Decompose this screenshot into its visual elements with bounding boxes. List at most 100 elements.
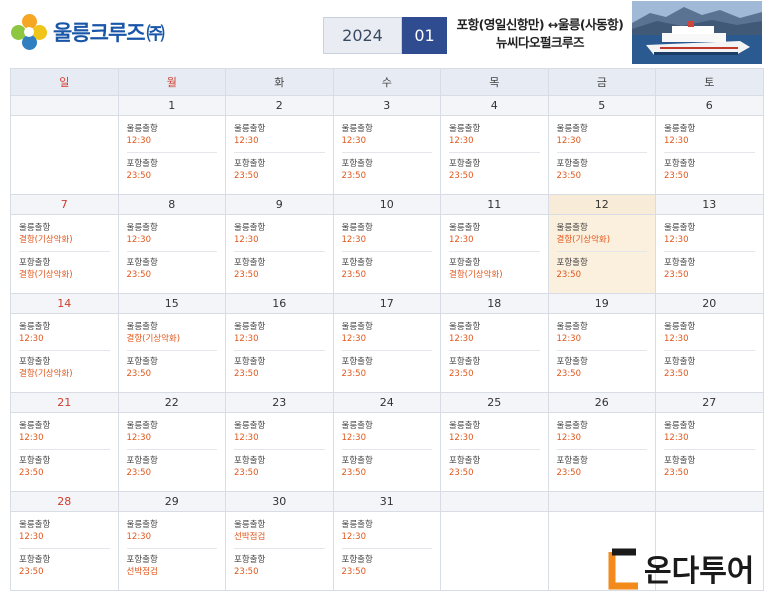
pohang-departure: 포항출항 23:50 bbox=[234, 350, 325, 383]
departure-label: 포항출항 bbox=[341, 456, 373, 466]
departure-time: 12:30 bbox=[341, 136, 367, 146]
ship-name: 뉴씨다오펄크루즈 bbox=[495, 35, 585, 50]
ulleung-departure: 울릉출항 12:30 bbox=[449, 321, 540, 348]
departure-time: 12:30 bbox=[664, 334, 689, 344]
departure-label: 포항출항 bbox=[449, 258, 481, 268]
departure-time: 23:50 bbox=[556, 468, 582, 478]
pohang-departure: 포항출항 23:50 bbox=[449, 449, 540, 482]
day-schedule-cell: 울릉출항 12:30 포항출항 23:50 bbox=[332, 214, 441, 294]
ulleung-departure: 울릉출항 12:30 bbox=[449, 123, 540, 150]
day-schedule-cell: 울릉출항 12:30 포항출항 23:50 bbox=[117, 115, 226, 195]
departure-time: 12:30 bbox=[449, 334, 474, 344]
day-schedule-cell: 울릉출항 12:30 포항출항 23:50 bbox=[440, 313, 549, 393]
weekday-sun: 일 bbox=[10, 68, 119, 96]
departure-label: 포항출항 bbox=[341, 159, 373, 169]
departure-time: 23:50 bbox=[234, 567, 259, 577]
pohang-departure: 포항출항 23:50 bbox=[126, 449, 217, 482]
schedule-row: 울릉출항 12:30 포항출항 23:50 울릉출항 12:30 포항출항 23:50 울릉출항… bbox=[10, 115, 764, 195]
departure-time: 23:50 bbox=[126, 369, 152, 379]
ulleung-departure: 울릉출항 12:30 bbox=[342, 519, 433, 546]
ulleung-departure: 울릉출항 결항(기상악화) bbox=[127, 321, 218, 348]
pohang-departure: 포항출항 23:50 bbox=[126, 251, 217, 284]
date-number: 1 bbox=[117, 95, 226, 116]
ulleung-departure: 울릉출항 12:30 bbox=[664, 123, 755, 150]
departure-time: 23:50 bbox=[449, 171, 474, 181]
ulleung-departure: 울릉출항 12:30 bbox=[449, 222, 540, 249]
departure-label: 포항출항 bbox=[449, 456, 481, 466]
date-number: 13 bbox=[655, 194, 764, 215]
departure-label: 울릉출항 bbox=[664, 124, 696, 134]
date-number: 23 bbox=[225, 392, 334, 413]
departure-label: 울릉출항 bbox=[19, 322, 51, 332]
date-number: 9 bbox=[225, 194, 334, 215]
pohang-departure: 포항출항 23:50 bbox=[19, 548, 110, 581]
departure-label: 포항출항 bbox=[19, 555, 51, 565]
ulleung-departure: 울릉출항 12:30 bbox=[342, 321, 433, 348]
day-schedule-cell bbox=[10, 115, 119, 195]
day-schedule-cell: 울릉출항 선박점검 포항출항 23:50 bbox=[225, 511, 334, 591]
departure-label: 울릉출항 bbox=[664, 223, 696, 233]
departure-label: 포항출항 bbox=[341, 555, 373, 565]
departure-label: 울릉출항 bbox=[449, 421, 481, 431]
ship-photo bbox=[632, 1, 762, 64]
day-schedule-cell: 울릉출항 12:30 포항출항 23:50 bbox=[547, 115, 656, 195]
day-schedule-cell: 울릉출항 12:30 포항출항 23:50 bbox=[655, 313, 764, 393]
departure-label: 포항출항 bbox=[234, 357, 266, 367]
ulleung-departure: 울릉출항 선박점검 bbox=[234, 519, 325, 546]
departure-time: 12:30 bbox=[234, 334, 259, 344]
day-schedule-cell: 울릉출항 12:30 포항출항 23:50 bbox=[10, 412, 119, 492]
departure-time: 결항(기상악화) bbox=[556, 235, 611, 245]
departure-time: 12:30 bbox=[126, 433, 152, 443]
brand-name: 울릉크루즈 ㈜ bbox=[53, 21, 165, 45]
day-schedule-cell: 울릉출항 12:30 포항출항 23:50 bbox=[547, 412, 656, 492]
departure-time: 23:50 bbox=[19, 567, 44, 577]
departure-time: 23:50 bbox=[234, 369, 259, 379]
departure-label: 포항출항 bbox=[19, 258, 51, 268]
departure-time: 23:50 bbox=[341, 369, 367, 379]
date-number: 30 bbox=[225, 491, 334, 512]
departure-time: 23:50 bbox=[449, 468, 474, 478]
departure-label: 울릉출항 bbox=[126, 124, 158, 134]
month-selector[interactable]: 01 bbox=[402, 17, 447, 54]
day-schedule-cell: 울릉출항 12:30 포항출항 23:50 bbox=[332, 412, 441, 492]
departure-time: 23:50 bbox=[341, 270, 367, 280]
departure-time: 12:30 bbox=[664, 136, 689, 146]
departure-label: 울릉출항 bbox=[556, 124, 588, 134]
departure-time: 12:30 bbox=[126, 235, 152, 245]
day-schedule-cell: 울릉출항 12:30 포항출항 23:50 bbox=[10, 511, 119, 591]
year-selector[interactable]: 2024 bbox=[323, 17, 402, 54]
pohang-departure: 포항출항 23:50 bbox=[341, 449, 432, 482]
pohang-departure: 포항출항 23:50 bbox=[126, 350, 217, 383]
departure-label: 포항출항 bbox=[19, 357, 51, 367]
date-number: 6 bbox=[655, 95, 764, 116]
brand-flower-icon bbox=[11, 14, 47, 50]
date-number: 10 bbox=[332, 194, 441, 215]
departure-label: 울릉출항 bbox=[19, 520, 51, 530]
departure-label: 울릉출항 bbox=[341, 124, 373, 134]
departure-label: 포항출항 bbox=[19, 456, 51, 466]
departure-label: 울릉출항 bbox=[341, 223, 373, 233]
departure-label: 포항출항 bbox=[234, 258, 266, 268]
date-number: 21 bbox=[10, 392, 119, 413]
departure-time: 12:30 bbox=[449, 433, 474, 443]
departure-label: 포항출항 bbox=[664, 357, 696, 367]
departure-label: 울릉출항 bbox=[234, 520, 266, 530]
date-number: 3 bbox=[332, 95, 441, 116]
day-schedule-cell: 울릉출항 12:30 포항출항 23:50 bbox=[332, 115, 441, 195]
pohang-departure: 포항출항 23:50 bbox=[449, 152, 540, 185]
ulleung-departure: 울릉출항 12:30 bbox=[342, 123, 433, 150]
date-number: 14 bbox=[10, 293, 119, 314]
date-number: 29 bbox=[117, 491, 226, 512]
departure-time: 12:30 bbox=[341, 532, 367, 542]
departure-label: 울릉출항 bbox=[341, 322, 373, 332]
departure-label: 포항출항 bbox=[126, 258, 158, 268]
departure-time: 12:30 bbox=[126, 532, 152, 542]
date-number: 27 bbox=[655, 392, 764, 413]
ulleung-departure: 울릉출항 12:30 bbox=[557, 321, 648, 348]
ulleung-departure: 울릉출항 12:30 bbox=[664, 321, 755, 348]
departure-time: 12:30 bbox=[234, 136, 259, 146]
departure-label: 울릉출항 bbox=[341, 421, 373, 431]
departure-time: 23:50 bbox=[234, 468, 259, 478]
ulleung-departure: 울릉출항 12:30 bbox=[19, 519, 110, 546]
ulleung-departure: 울릉출항 12:30 bbox=[664, 222, 755, 249]
